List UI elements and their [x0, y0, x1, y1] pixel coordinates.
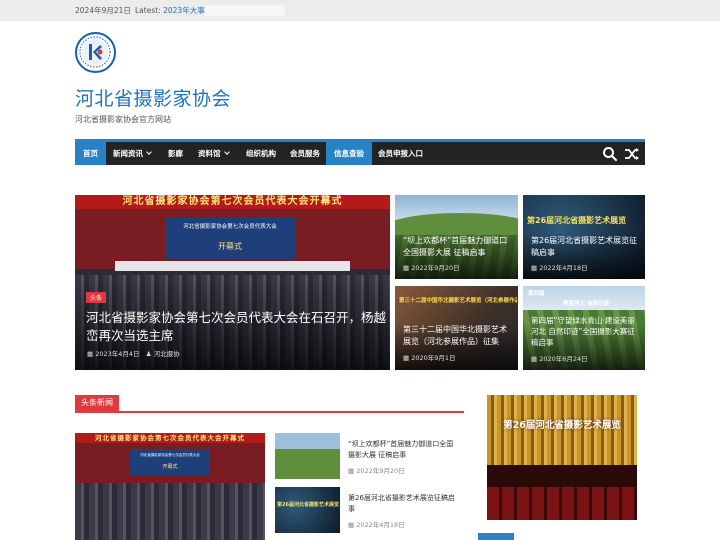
nav-label: 影廊	[168, 149, 183, 158]
headline-main-thumb[interactable]: 河北省摄影家协会第七次会员代表大会开幕式 河北省摄影家协会第七次会员代表大会 开…	[75, 433, 265, 540]
card-1-title[interactable]: “坝上欢都杯”首届魅力御道口全国摄影大展 征稿启事	[403, 235, 513, 258]
stage-screen: 河北省摄影家协会第七次会员代表大会 开幕式	[130, 449, 210, 476]
featured-card-3[interactable]: 第三十二届中国华北摄影艺术展览（河北参展作品）征集 第三十二届中国华北摄影艺术展…	[395, 286, 518, 370]
hero-meta: ▦ 2023年4月4日 ♟ 河北摄协	[87, 348, 180, 358]
card-4-date[interactable]: 2020年6月24日	[539, 355, 587, 363]
nav-label: 信息查验	[334, 149, 364, 158]
latest-label: Latest:	[135, 6, 161, 15]
hero-banner-text: 河北省摄影家协会第七次会员代表大会开幕式	[75, 195, 390, 209]
hero-author[interactable]: 河北摄协	[154, 350, 180, 358]
calendar-icon: ▦	[87, 350, 94, 358]
headline-1-date[interactable]: 2022年9月20日	[356, 467, 404, 475]
headline-banner-text: 河北省摄影家协会第七次会员代表大会开幕式	[75, 433, 265, 443]
hero-date[interactable]: 2023年4月4日	[95, 350, 139, 358]
shuffle-icon[interactable]	[623, 145, 641, 163]
calendar-icon: ▦	[531, 264, 540, 272]
nav-item-archive[interactable]: 资料馆	[190, 142, 237, 165]
presidium-table	[115, 261, 350, 271]
nav-item-home[interactable]: 首页	[75, 142, 106, 165]
screen-title: 河北省摄影家协会第七次会员代表大会	[183, 224, 277, 230]
top-bar: 2024年9月21日 Latest: 2023年大事记	[0, 0, 720, 21]
card-3-date[interactable]: 2020年9月1日	[411, 354, 455, 362]
screen-subtitle: 开幕式	[162, 464, 178, 470]
site-title[interactable]: 河北省摄影家协会	[75, 84, 231, 111]
scroll-to-top-button[interactable]	[478, 533, 514, 540]
calendar-icon: ▦	[531, 355, 540, 363]
main-nav: 首页 新闻资讯 影廊 资料馆 组织机构 会员服务 信息查验 会员申报入口	[75, 139, 645, 165]
featured-card-2[interactable]: 第26届河北省摄影艺术展览 第26届河北省摄影艺术展览征稿启事 ▦ 2022年4…	[523, 195, 645, 279]
nav-label: 首页	[83, 149, 98, 158]
card-2-meta: ▦ 2022年4月18日	[531, 262, 588, 272]
headline-thumb-1[interactable]	[275, 433, 340, 479]
theater-seats	[487, 487, 637, 520]
chevron-down-icon	[223, 149, 230, 155]
ad-text: 第26届河北省摄影艺术展览	[503, 420, 621, 431]
latest-news: Latest: 2023年大事记	[135, 5, 212, 16]
ticker-area	[205, 5, 285, 16]
nav-label: 会员申报入口	[378, 149, 423, 158]
headline-2-date[interactable]: 2022年4月18日	[356, 521, 404, 529]
card-3-overlay: 第三十二届中国华北摄影艺术展览（河北参展作品）征集	[399, 298, 517, 304]
card-4-title[interactable]: 第四届“守望绿水青山·建设美丽河北 自然印迹”全国摄影大赛征稿启事	[531, 316, 639, 349]
audience	[75, 483, 265, 540]
card-4-overlay-top: 第四届	[528, 291, 545, 297]
headline-2-meta: ▦ 2022年4月18日	[348, 519, 405, 529]
featured-card-4[interactable]: 第四届 美丽河北 自然印迹 第四届“守望绿水青山·建设美丽河北 自然印迹”全国摄…	[523, 286, 645, 370]
nav-item-organization[interactable]: 组织机构	[238, 142, 284, 165]
current-date: 2024年9月21日	[75, 6, 131, 15]
nav-item-gallery[interactable]: 影廊	[160, 142, 191, 165]
headline-thumb-2-overlay: 第26届河北省摄影艺术展览	[277, 502, 339, 508]
featured-card-1[interactable]: “坝上欢都杯”首届魅力御道口全国摄影大展 征稿启事 ▦ 2022年9月20日	[395, 195, 518, 279]
card-3-title[interactable]: 第三十二届中国华北摄影艺术展览（河北参展作品）征集	[403, 324, 513, 347]
headline-2-title[interactable]: 第26届河北省摄影艺术展览征稿启事	[348, 493, 458, 515]
nav-item-member-service[interactable]: 会员服务	[282, 142, 328, 165]
nav-label: 资料馆	[198, 149, 221, 158]
site-tagline: 河北省摄影家协会官方网站	[75, 115, 171, 124]
sidebar-ad-banner[interactable]: 第26届河北省摄影艺术展览	[487, 395, 637, 520]
card-4-overlay-mid: 美丽河北 自然印迹	[563, 301, 609, 307]
hero-title[interactable]: 河北省摄影家协会第七次会员代表大会在石召开，杨越峦再次当选主席	[86, 309, 386, 345]
stage-screen: 河北省摄影家协会第七次会员代表大会 开幕式	[165, 217, 295, 259]
calendar-icon: ▦	[348, 467, 357, 475]
section-title[interactable]: 头条新闻	[75, 395, 119, 411]
screen-title: 河北省摄影家协会第七次会员代表大会	[140, 453, 200, 457]
calendar-icon: ▦	[403, 354, 412, 362]
headline-1-meta: ▦ 2022年9月20日	[348, 465, 405, 475]
card-2-overlay: 第26届河北省摄影艺术展览	[527, 216, 627, 225]
headline-thumb-2[interactable]: 第26届河北省摄影艺术展览	[275, 487, 340, 533]
card-2-title[interactable]: 第26届河北省摄影艺术展览征稿启事	[531, 235, 639, 258]
calendar-icon: ▦	[403, 264, 412, 272]
site-logo[interactable]	[75, 32, 116, 73]
nav-label: 会员服务	[290, 149, 320, 158]
card-3-meta: ▦ 2020年9月1日	[403, 352, 456, 362]
screen-subtitle: 开幕式	[218, 242, 242, 251]
nav-item-member-apply[interactable]: 会员申报入口	[370, 142, 431, 165]
section-header: 头条新闻	[75, 395, 464, 413]
card-1-date[interactable]: 2022年9月20日	[411, 264, 459, 272]
card-4-meta: ▦ 2020年6月24日	[531, 353, 588, 363]
nav-item-verification[interactable]: 信息查验	[326, 142, 372, 165]
nav-label: 新闻资讯	[113, 149, 143, 158]
headline-1-title[interactable]: “坝上欢都杯”首届魅力御道口全国摄影大展 征稿启事	[348, 439, 458, 461]
card-2-date[interactable]: 2022年4月18日	[539, 264, 587, 272]
search-icon[interactable]	[601, 145, 619, 163]
user-icon: ♟	[145, 350, 152, 358]
card-1-meta: ▦ 2022年9月20日	[403, 262, 460, 272]
nav-item-news[interactable]: 新闻资讯	[105, 142, 159, 165]
hebei-photographers-logo-icon	[79, 36, 111, 68]
category-tag[interactable]: 头条	[86, 292, 107, 303]
chevron-down-icon	[146, 149, 152, 155]
nav-label: 组织机构	[246, 149, 276, 158]
calendar-icon: ▦	[348, 521, 357, 529]
